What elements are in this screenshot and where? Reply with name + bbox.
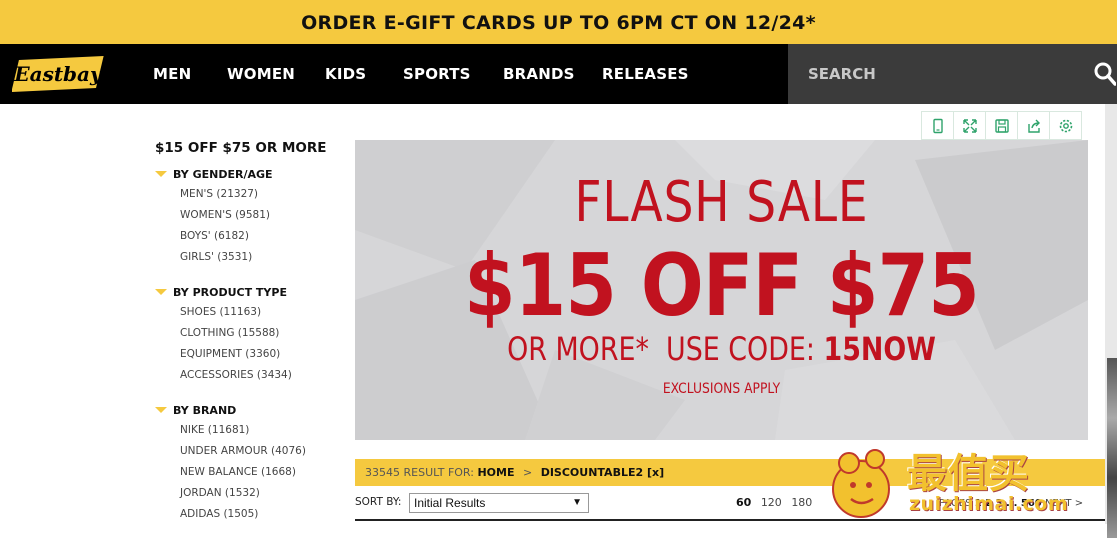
promo-banner[interactable]: ORDER E-GIFT CARDS UP TO 6PM CT ON 12/24… <box>0 0 1117 44</box>
facet-jordan[interactable]: JORDAN (1532) <box>155 483 345 504</box>
filter-heading-brand[interactable]: BY BRAND <box>155 400 345 420</box>
filter-heading-gender[interactable]: BY GENDER/AGE <box>155 164 345 184</box>
mobile-icon[interactable] <box>921 111 954 140</box>
search-icon[interactable] <box>1094 62 1116 86</box>
facet-new-balance[interactable]: NEW BALANCE (1668) <box>155 462 345 483</box>
nav-sports[interactable]: SPORTS <box>403 44 471 104</box>
save-icon[interactable] <box>985 111 1018 140</box>
hero-offer: $15 OFF $75 <box>464 236 980 336</box>
filter-group-gender: BY GENDER/AGE MEN'S (21327) WOMEN'S (958… <box>155 164 345 268</box>
hero-exclusions: EXCLUSIONS APPLY <box>662 381 781 397</box>
main-nav: Eastbay MEN WOMEN KIDS SPORTS BRANDS REL… <box>0 44 1117 104</box>
filter-heading-label: BY GENDER/AGE <box>173 167 273 181</box>
dropdown-arrow-icon: ▼ <box>572 497 582 508</box>
nav-men[interactable]: MEN <box>153 44 191 104</box>
facet-mens[interactable]: MEN'S (21327) <box>155 184 345 205</box>
facet-nike[interactable]: NIKE (11681) <box>155 420 345 441</box>
result-count: 33545 RESULT FOR: <box>365 466 474 479</box>
watermark-url: zuizhimai.com <box>909 493 1069 515</box>
filter-sidebar: $15 OFF $75 OR MORE BY GENDER/AGE MEN'S … <box>155 140 345 525</box>
share-icon[interactable] <box>1017 111 1050 140</box>
page-toolbar <box>921 111 1082 140</box>
promo-text: ORDER E-GIFT CARDS UP TO 6PM CT ON 12/24… <box>301 12 816 34</box>
breadcrumb-separator: > <box>522 466 533 479</box>
collapse-triangle-icon <box>155 289 167 295</box>
facet-under-armour[interactable]: UNDER ARMOUR (4076) <box>155 441 345 462</box>
nav-kids[interactable]: KIDS <box>325 44 366 104</box>
breadcrumb-home-link[interactable]: HOME <box>477 466 514 479</box>
sidebar-title: $15 OFF $75 OR MORE <box>155 140 327 156</box>
search-input[interactable] <box>788 44 1088 104</box>
facet-girls[interactable]: GIRLS' (3531) <box>155 247 345 268</box>
flash-sale-banner[interactable]: FLASH SALE $15 OFF $75 OR MORE* USE CODE… <box>355 140 1088 440</box>
hero-code-line: OR MORE* USE CODE: 15NOW <box>414 330 1030 368</box>
facet-boys[interactable]: BOYS' (6182) <box>155 226 345 247</box>
filter-group-product-type: BY PRODUCT TYPE SHOES (11163) CLOTHING (… <box>155 282 345 386</box>
logo-text: Eastbay <box>13 62 103 86</box>
facet-accessories[interactable]: ACCESSORIES (3434) <box>155 365 345 386</box>
settings-icon[interactable] <box>1049 111 1082 140</box>
per-page-selector: 60 120 180 <box>736 496 818 509</box>
facet-equipment[interactable]: EQUIPMENT (3360) <box>155 344 345 365</box>
eastbay-logo[interactable]: Eastbay <box>12 54 104 94</box>
facet-shoes[interactable]: SHOES (11163) <box>155 302 345 323</box>
mascot-icon <box>832 449 890 518</box>
breadcrumb: 33545 RESULT FOR: HOME > DISCOUNTABLE2 [… <box>365 459 664 486</box>
collapse-triangle-icon <box>155 171 167 177</box>
collapse-triangle-icon <box>155 407 167 413</box>
facet-clothing[interactable]: CLOTHING (15588) <box>155 323 345 344</box>
nav-brands[interactable]: BRANDS <box>503 44 575 104</box>
facet-adidas[interactable]: ADIDAS (1505) <box>155 504 345 525</box>
filter-heading-product-type[interactable]: BY PRODUCT TYPE <box>155 282 345 302</box>
per-page-60[interactable]: 60 <box>736 496 751 509</box>
breadcrumb-current-filter[interactable]: DISCOUNTABLE2 [x] <box>541 466 664 479</box>
per-page-120[interactable]: 120 <box>761 496 782 509</box>
fullscreen-icon[interactable] <box>953 111 986 140</box>
watermark: 最值买 zuizhimai.com <box>829 441 1117 524</box>
sort-label: SORT BY: <box>355 496 402 508</box>
facet-womens[interactable]: WOMEN'S (9581) <box>155 205 345 226</box>
nav-women[interactable]: WOMEN <box>227 44 295 104</box>
nav-releases[interactable]: RELEASES <box>602 44 689 104</box>
search-bar <box>788 44 1117 104</box>
sort-dropdown[interactable]: Initial Results ▼ <box>409 493 589 513</box>
filter-group-brand: BY BRAND NIKE (11681) UNDER ARMOUR (4076… <box>155 400 345 525</box>
hero-promo-code: 15NOW <box>823 330 936 368</box>
sort-selected-value: Initial Results <box>414 496 486 510</box>
hero-code-prefix: OR MORE* USE CODE: <box>507 330 824 368</box>
per-page-180[interactable]: 180 <box>791 496 812 509</box>
filter-heading-label: BY BRAND <box>173 403 237 417</box>
hero-headline: FLASH SALE <box>574 170 869 235</box>
watermark-title: 最值买 <box>907 451 1030 497</box>
filter-heading-label: BY PRODUCT TYPE <box>173 285 287 299</box>
